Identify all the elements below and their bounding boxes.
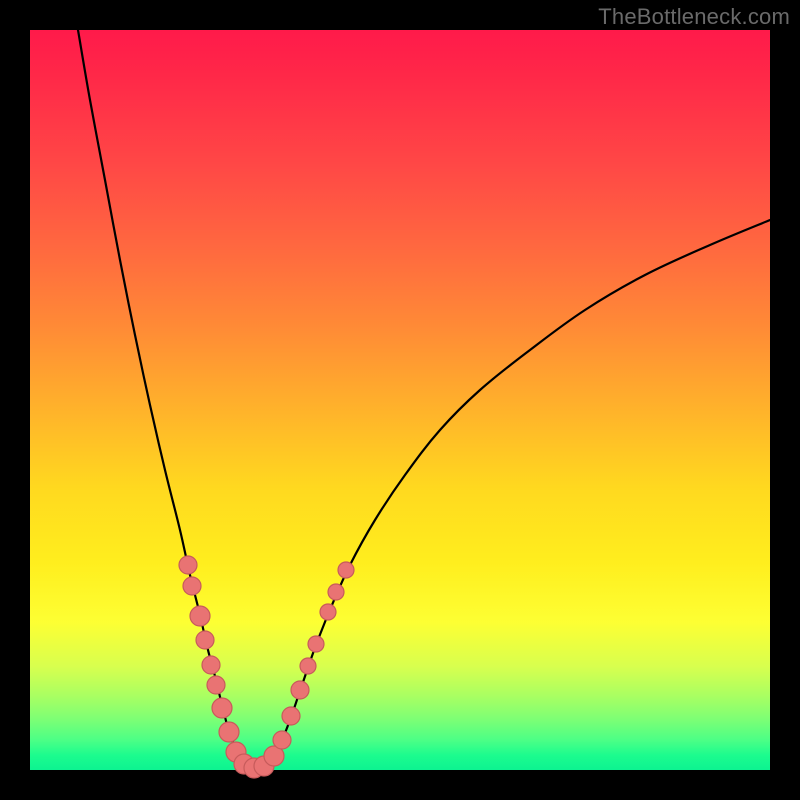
data-dot	[273, 731, 291, 749]
curve-left	[78, 30, 240, 760]
data-dot	[328, 584, 344, 600]
data-dot	[183, 577, 201, 595]
data-dot	[338, 562, 354, 578]
data-dot	[219, 722, 239, 742]
data-dot	[282, 707, 300, 725]
data-dot	[179, 556, 197, 574]
data-dot	[291, 681, 309, 699]
curve-right	[272, 220, 770, 760]
data-dot	[190, 606, 210, 626]
data-dot	[300, 658, 316, 674]
data-dot	[308, 636, 324, 652]
data-dot	[202, 656, 220, 674]
data-dot	[320, 604, 336, 620]
data-dot	[196, 631, 214, 649]
data-dot	[207, 676, 225, 694]
chart-plot-area	[30, 30, 770, 770]
data-dot	[212, 698, 232, 718]
data-dots	[179, 556, 354, 778]
watermark-text: TheBottleneck.com	[598, 4, 790, 30]
chart-svg	[30, 30, 770, 770]
